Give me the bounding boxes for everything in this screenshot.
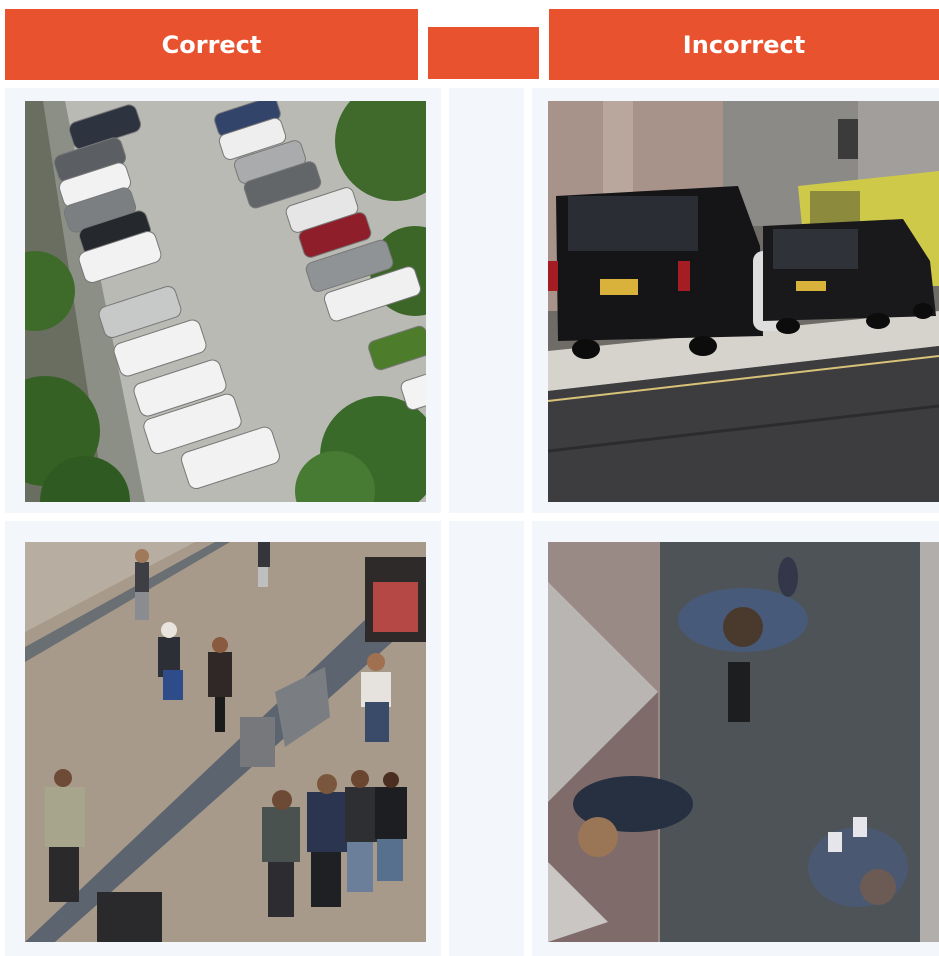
column-header-middle bbox=[428, 27, 539, 79]
column-header-correct: Correct bbox=[5, 9, 418, 80]
top-down-pedestrians-photo bbox=[548, 542, 939, 942]
row-2-middle-cell bbox=[449, 521, 524, 956]
header-divider bbox=[420, 9, 428, 80]
street-level-vans-photo bbox=[548, 101, 939, 502]
high-angle-pedestrian-street-photo bbox=[25, 542, 426, 942]
aerial-parking-lot-photo bbox=[25, 101, 426, 502]
column-header-correct-label: Correct bbox=[161, 30, 262, 59]
column-header-incorrect-label: Incorrect bbox=[682, 30, 806, 59]
row-1-middle-cell bbox=[449, 88, 524, 513]
column-header-incorrect: Incorrect bbox=[549, 9, 939, 80]
